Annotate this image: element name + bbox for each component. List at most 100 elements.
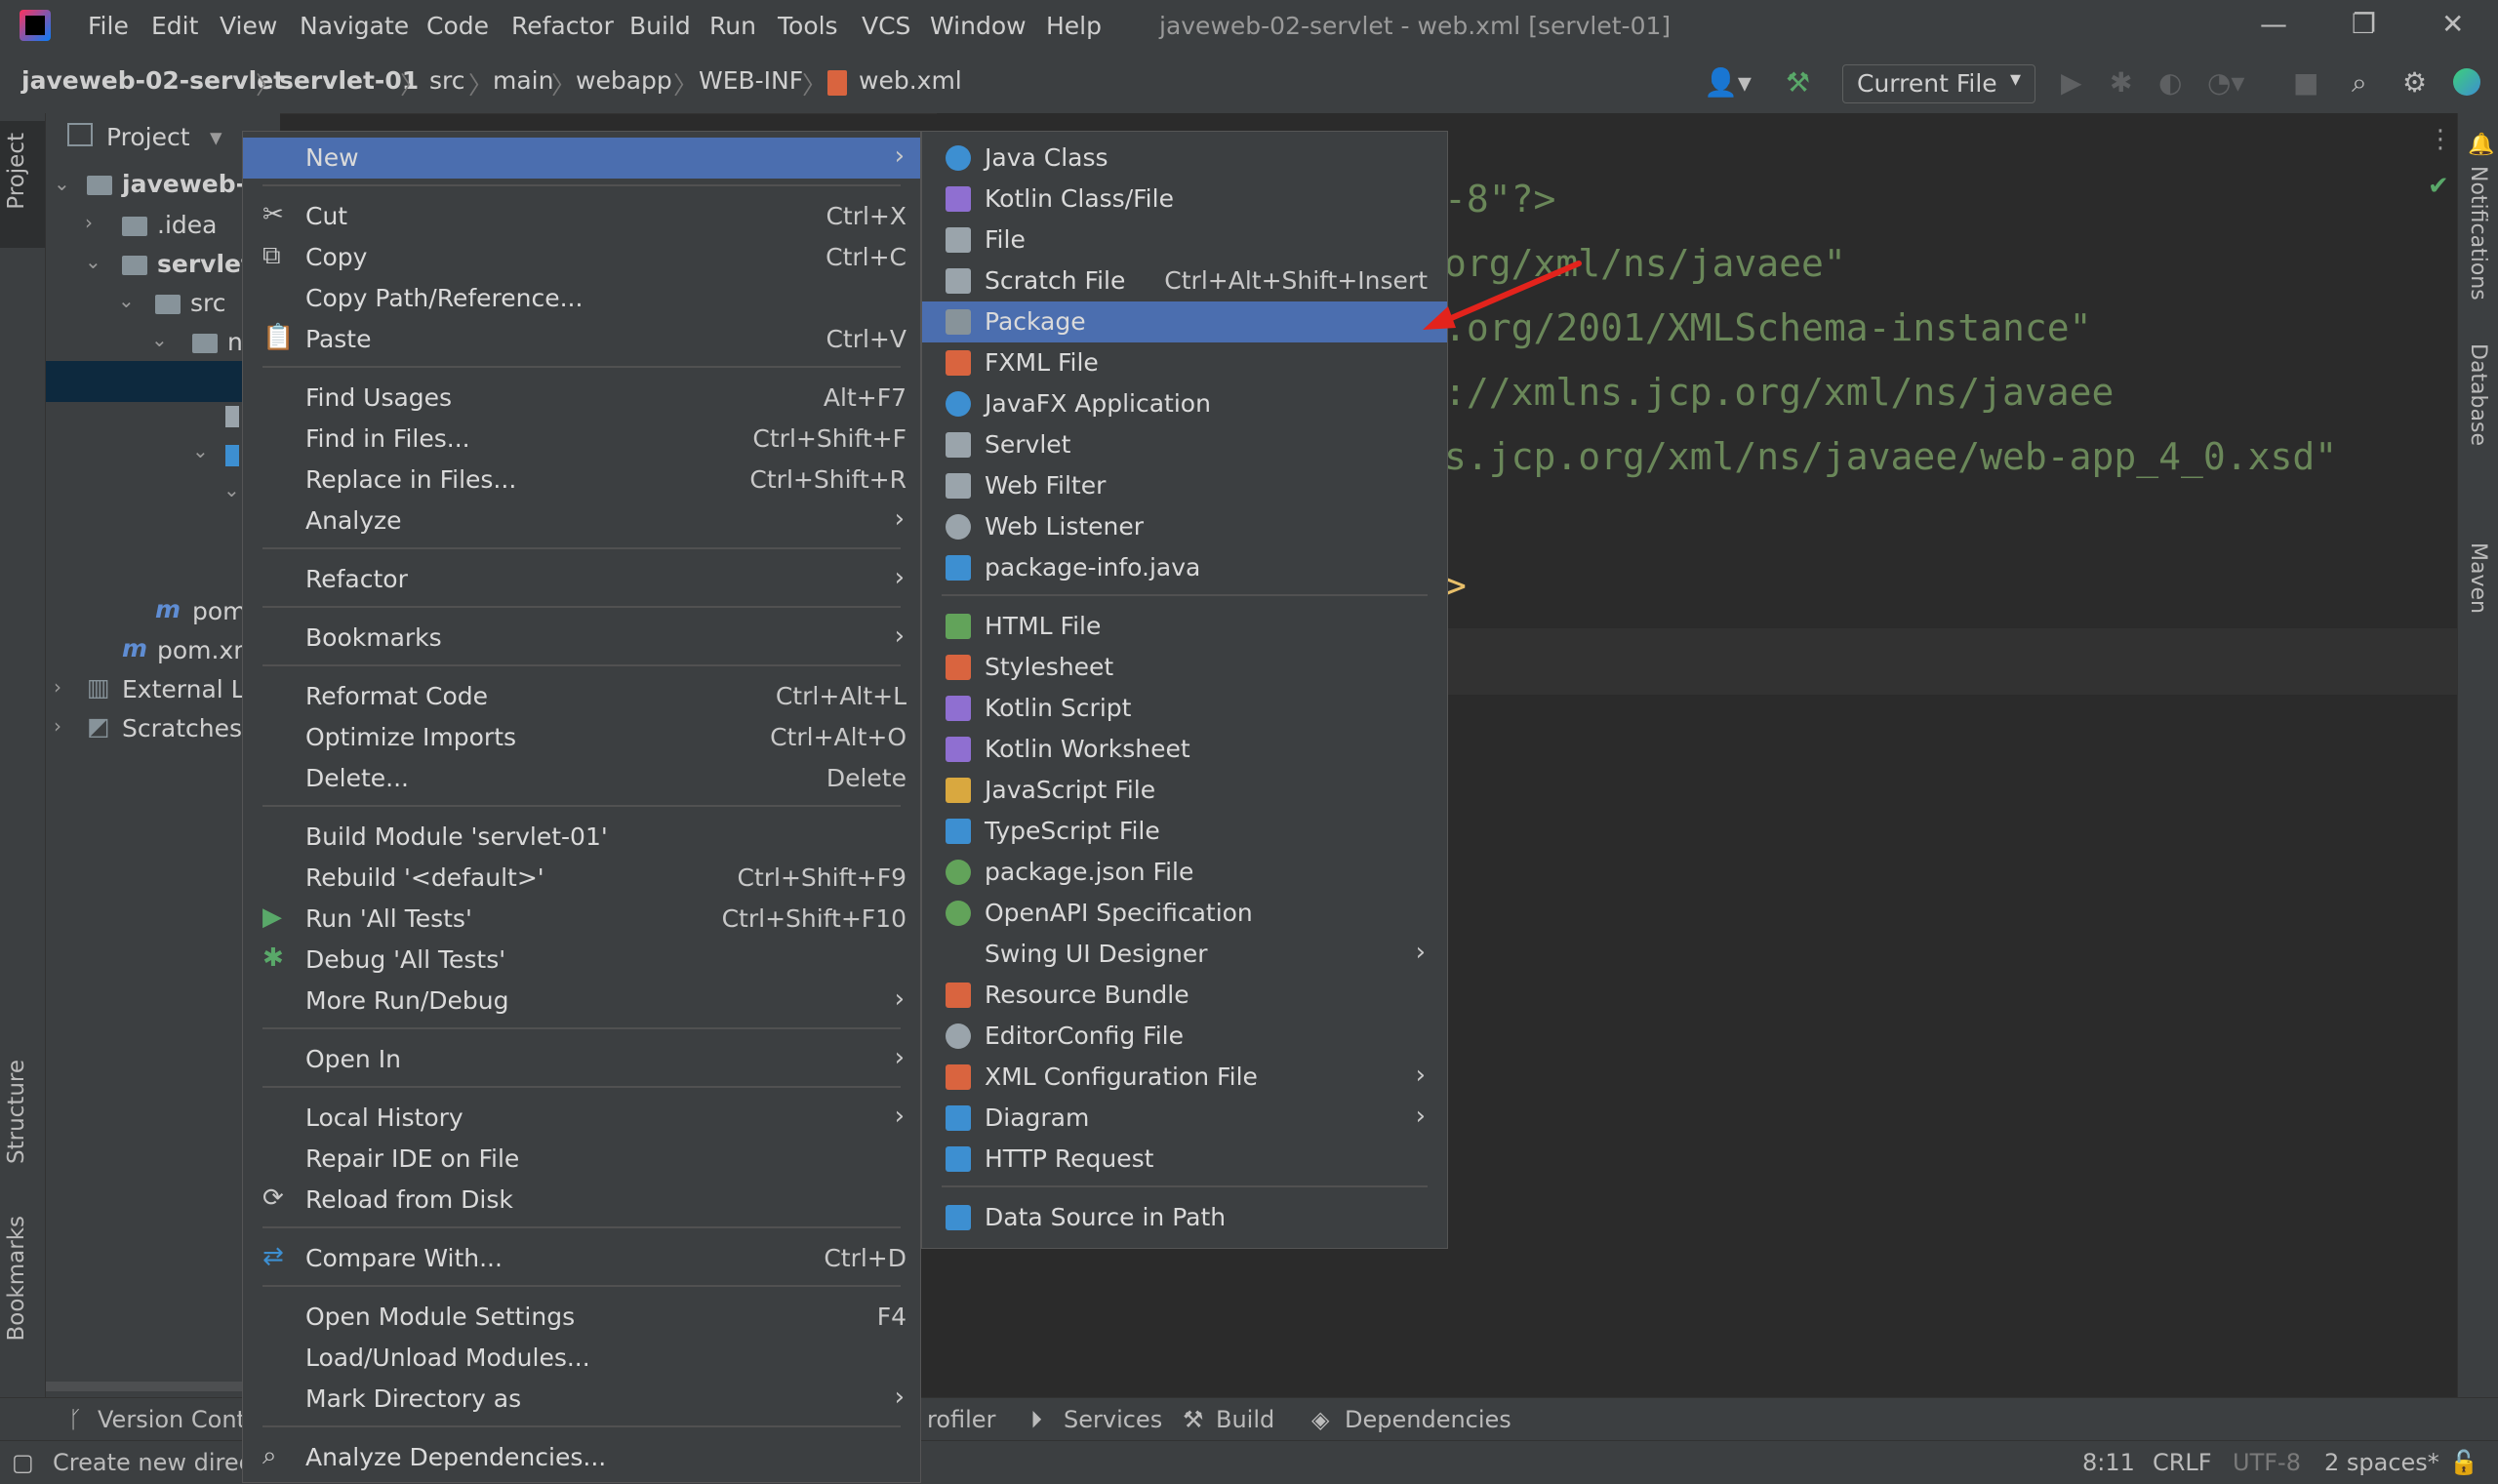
- menu-item-open-in[interactable]: Open In ›: [243, 1039, 920, 1080]
- chevron-right-icon[interactable]: ›: [54, 675, 61, 699]
- chevron-down-icon[interactable]: ▾: [210, 123, 222, 151]
- menu-item-copy-path[interactable]: Copy Path/Reference...: [243, 278, 920, 319]
- menu-item-build-module[interactable]: Build Module 'servlet-01': [243, 817, 920, 858]
- submenu-item-diagram[interactable]: Diagram ›: [922, 1098, 1447, 1139]
- submenu-item-kotlin-worksheet[interactable]: Kotlin Worksheet: [922, 729, 1447, 770]
- inspection-ok-icon[interactable]: ✔: [2428, 172, 2449, 201]
- chevron-down-icon[interactable]: ⌄: [192, 439, 209, 462]
- run-configuration-dropdown[interactable]: Current File ▾: [1842, 64, 2035, 103]
- breadcrumb-file[interactable]: web.xml: [859, 66, 962, 95]
- submenu-item-http-request[interactable]: HTTP Request: [922, 1139, 1447, 1180]
- project-tool-label[interactable]: Project: [4, 133, 29, 210]
- submenu-item-fxml-file[interactable]: FXML File: [922, 342, 1447, 383]
- hammer-icon[interactable]: ⚒: [1786, 66, 1810, 99]
- submenu-item-typescript-file[interactable]: TypeScript File: [922, 811, 1447, 852]
- jetbrains-ai-icon[interactable]: [2453, 68, 2480, 96]
- menu-item-analyze[interactable]: Analyze ›: [243, 501, 920, 541]
- caret-position[interactable]: 8:11: [2082, 1449, 2135, 1476]
- tree-item-src[interactable]: src: [190, 289, 226, 317]
- indent-setting[interactable]: 2 spaces*: [2324, 1449, 2439, 1476]
- breadcrumb-web-inf[interactable]: WEB-INF: [699, 66, 803, 95]
- user-icon[interactable]: 👤▾: [1704, 66, 1752, 99]
- breadcrumb-project[interactable]: javeweb-02-servlet: [21, 66, 285, 95]
- menu-vcs[interactable]: VCS: [862, 12, 910, 40]
- menu-item-open-module-settings[interactable]: Open Module Settings F4: [243, 1297, 920, 1338]
- menu-item-local-history[interactable]: Local History ›: [243, 1098, 920, 1139]
- tool-version-control[interactable]: Version Contr: [98, 1406, 256, 1433]
- menu-item-repair-ide[interactable]: Repair IDE on File: [243, 1139, 920, 1180]
- chevron-down-icon[interactable]: ⌄: [54, 172, 70, 195]
- tool-dependencies[interactable]: Dependencies: [1345, 1406, 1511, 1433]
- menu-file[interactable]: File: [88, 12, 129, 40]
- menu-refactor[interactable]: Refactor: [511, 12, 614, 40]
- run-icon[interactable]: ▶: [2061, 66, 2082, 99]
- menu-item-load-unload-modules[interactable]: Load/Unload Modules...: [243, 1338, 920, 1379]
- chevron-right-icon[interactable]: ›: [85, 211, 93, 234]
- stop-icon[interactable]: ■: [2293, 66, 2318, 99]
- project-panel-title[interactable]: Project: [106, 123, 190, 151]
- minimize-icon[interactable]: —: [2260, 8, 2287, 40]
- breadcrumb-src[interactable]: src: [429, 66, 465, 95]
- menu-item-reload-from-disk[interactable]: ⟳ Reload from Disk: [243, 1180, 920, 1221]
- database-tool-label[interactable]: Database: [2466, 343, 2490, 446]
- submenu-item-kotlin-class[interactable]: Kotlin Class/File: [922, 179, 1447, 220]
- submenu-item-xml-config[interactable]: XML Configuration File ›: [922, 1057, 1447, 1098]
- submenu-item-stylesheet[interactable]: Stylesheet: [922, 647, 1447, 688]
- tree-item-pom[interactable]: pom: [192, 597, 247, 625]
- chevron-down-icon[interactable]: ⌄: [223, 478, 240, 501]
- menu-tools[interactable]: Tools: [778, 12, 838, 40]
- submenu-item-java-class[interactable]: Java Class: [922, 138, 1447, 179]
- submenu-item-javafx-application[interactable]: JavaFX Application: [922, 383, 1447, 424]
- menu-build[interactable]: Build: [629, 12, 691, 40]
- menu-item-bookmarks[interactable]: Bookmarks ›: [243, 618, 920, 659]
- restore-icon[interactable]: ❐: [2352, 8, 2376, 40]
- breadcrumb-module[interactable]: servlet-01: [279, 66, 419, 95]
- menu-run[interactable]: Run: [709, 12, 756, 40]
- submenu-item-editorconfig[interactable]: EditorConfig File: [922, 1016, 1447, 1057]
- line-separator[interactable]: CRLF: [2153, 1449, 2212, 1476]
- submenu-item-swing-ui-designer[interactable]: Swing UI Designer ›: [922, 934, 1447, 975]
- menu-item-rebuild[interactable]: Rebuild '<default>' Ctrl+Shift+F9: [243, 858, 920, 899]
- close-icon[interactable]: ✕: [2441, 8, 2464, 40]
- submenu-item-javascript-file[interactable]: JavaScript File: [922, 770, 1447, 811]
- submenu-item-kotlin-script[interactable]: Kotlin Script: [922, 688, 1447, 729]
- menu-item-cut[interactable]: ✂ Cut Ctrl+X: [243, 196, 920, 237]
- menu-item-debug-all-tests[interactable]: ✱ Debug 'All Tests': [243, 940, 920, 981]
- profile-icon[interactable]: ◔▾: [2207, 66, 2245, 99]
- submenu-item-web-filter[interactable]: Web Filter: [922, 465, 1447, 506]
- submenu-item-package-json[interactable]: package.json File: [922, 852, 1447, 893]
- chevron-down-icon[interactable]: ⌄: [85, 250, 101, 273]
- tool-profiler[interactable]: rofiler: [927, 1406, 995, 1433]
- menu-item-paste[interactable]: 📋 Paste Ctrl+V: [243, 319, 920, 360]
- menu-item-compare-with[interactable]: ⇄ Compare With... Ctrl+D: [243, 1238, 920, 1279]
- submenu-item-scratch-file[interactable]: Scratch File Ctrl+Alt+Shift+Insert: [922, 261, 1447, 301]
- menu-item-optimize-imports[interactable]: Optimize Imports Ctrl+Alt+O: [243, 717, 920, 758]
- settings-gear-icon[interactable]: ⚙: [2402, 66, 2427, 99]
- tool-build[interactable]: Build: [1216, 1406, 1274, 1433]
- menu-code[interactable]: Code: [426, 12, 489, 40]
- chevron-down-icon[interactable]: ⌄: [151, 328, 168, 351]
- breadcrumb-webapp[interactable]: webapp: [576, 66, 672, 95]
- menu-navigate[interactable]: Navigate: [300, 12, 409, 40]
- tree-item-external-libraries[interactable]: External Lil: [122, 675, 259, 703]
- maven-tool-label[interactable]: Maven: [2466, 542, 2490, 614]
- chevron-right-icon[interactable]: ›: [54, 714, 61, 738]
- menu-item-delete[interactable]: Delete... Delete: [243, 758, 920, 799]
- submenu-item-web-listener[interactable]: Web Listener: [922, 506, 1447, 547]
- file-encoding[interactable]: UTF-8: [2233, 1449, 2301, 1476]
- chevron-down-icon[interactable]: ⌄: [118, 289, 135, 312]
- tree-item-idea[interactable]: .idea: [157, 211, 217, 239]
- breadcrumb-main[interactable]: main: [493, 66, 553, 95]
- more-options-icon[interactable]: ⋮: [2428, 125, 2453, 154]
- menu-help[interactable]: Help: [1046, 12, 1102, 40]
- menu-item-refactor[interactable]: Refactor ›: [243, 559, 920, 600]
- submenu-item-file[interactable]: File: [922, 220, 1447, 261]
- submenu-item-openapi[interactable]: OpenAPI Specification: [922, 893, 1447, 934]
- submenu-item-servlet[interactable]: Servlet: [922, 424, 1447, 465]
- submenu-item-package-info[interactable]: package-info.java: [922, 547, 1447, 588]
- search-icon[interactable]: ⌕: [2352, 66, 2367, 100]
- bookmarks-tool-label[interactable]: Bookmarks: [4, 1216, 29, 1342]
- lock-icon[interactable]: 🔓: [2449, 1449, 2478, 1476]
- submenu-item-package[interactable]: Package: [922, 301, 1447, 342]
- bell-icon[interactable]: 🔔: [2468, 133, 2494, 157]
